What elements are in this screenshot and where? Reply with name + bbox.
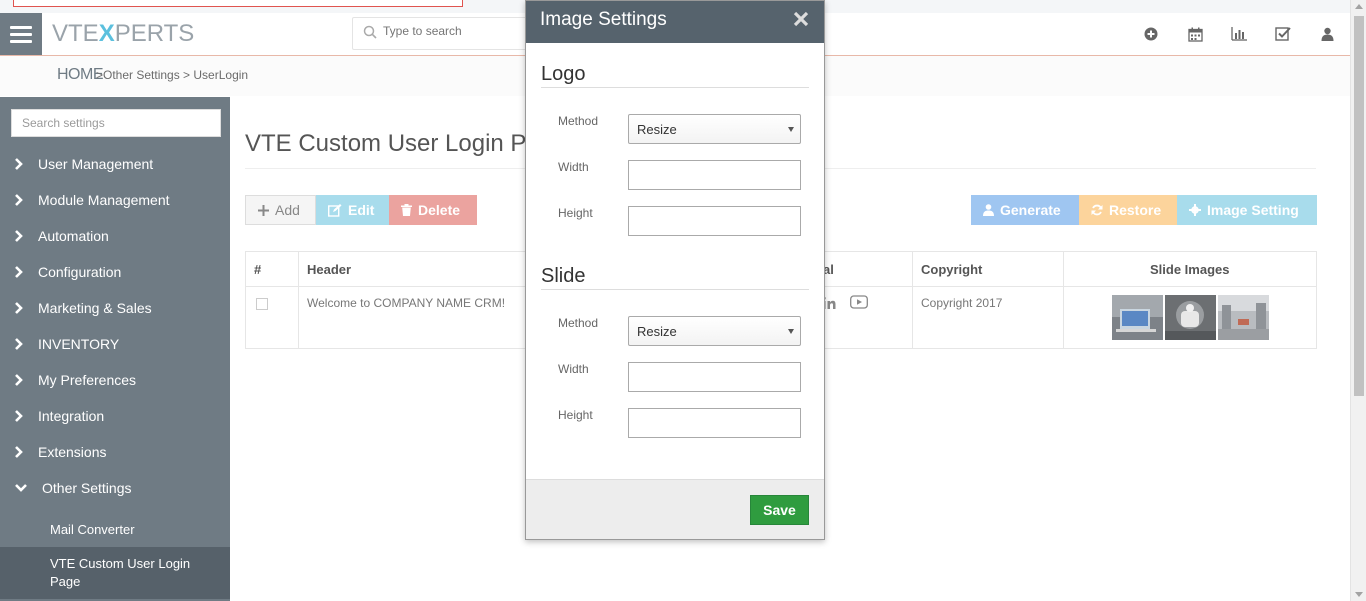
slide-image-thumbnail[interactable] [1112,295,1163,340]
close-icon[interactable] [792,10,810,28]
row-copyright: Copyright 2017 [921,296,1003,310]
slide-method-label: Method [558,316,599,330]
trash-icon [401,204,412,216]
sidebar-item-label: Marketing & Sales [38,300,152,316]
global-search[interactable] [352,17,532,50]
menu-icon[interactable] [0,13,42,55]
calendar-icon[interactable] [1186,25,1204,43]
edit-button[interactable]: Edit [316,195,389,225]
scrollbar-thumb[interactable] [1354,16,1364,396]
chevron-right-icon [0,337,38,351]
tasks-icon[interactable] [1274,25,1292,43]
sidebar-item-label: My Preferences [38,372,137,388]
user-icon[interactable] [1318,25,1336,43]
col-num: # [254,262,262,277]
page-scrollbar[interactable] [1350,0,1366,601]
youtube-icon[interactable] [850,295,868,309]
chevron-right-icon [0,265,38,279]
row-checkbox[interactable] [256,298,268,310]
slide-method-select[interactable]: Resize [628,316,801,346]
slide-width-input[interactable] [628,362,801,392]
add-button[interactable]: Add [245,195,316,225]
sidebar-item-label: Automation [38,228,109,244]
chevron-right-icon [0,445,38,459]
logo-width-label: Width [558,160,589,174]
chevron-right-icon [0,193,38,207]
chevron-down-icon [0,483,42,493]
chevron-down-icon [788,127,794,132]
sidebar-item-label: Configuration [38,264,122,280]
save-button[interactable]: Save [750,495,809,525]
logo-method-label: Method [558,114,599,128]
sidebar-item-label: Integration [38,408,105,424]
modal-title: Image Settings [540,9,667,30]
page-title: VTE Custom User Login P [245,130,527,157]
generate-button[interactable]: Generate [971,195,1079,225]
settings-search-input[interactable]: Search settings [11,109,221,137]
sidebar-item[interactable]: My Preferences [0,362,230,398]
chevron-down-icon [788,329,794,334]
chevron-right-icon [0,409,38,423]
logo-height-label: Height [558,206,593,220]
breadcrumb-trail[interactable]: >Other Settings > UserLogin [96,68,248,82]
sidebar-item[interactable]: Other Settings [0,470,230,506]
divider [541,87,809,88]
sidebar-item[interactable]: Automation [0,218,230,254]
global-search-input[interactable] [383,24,523,38]
logo-width-input[interactable] [628,160,801,190]
sidebar-item-label: User Management [38,156,154,172]
image-setting-button[interactable]: Image Setting [1177,195,1317,225]
chevron-right-icon [0,373,38,387]
chevron-right-icon [0,229,38,243]
image-settings-modal: Image Settings Logo Method Resize Width … [525,0,825,540]
brand-logo[interactable]: VTEXPERTS [52,20,194,48]
sidebar-subitem[interactable]: Mail Converter [0,520,230,538]
restore-button[interactable]: Restore [1079,195,1177,225]
sidebar-item[interactable]: Integration [0,398,230,434]
logo-section-title: Logo [541,63,586,85]
col-copyright: Copyright [921,262,983,277]
plus-icon [258,204,269,216]
slide-height-label: Height [558,408,593,422]
user-icon [983,204,994,216]
scroll-down-icon[interactable] [1355,592,1363,597]
notification-box [13,0,463,7]
sidebar-item[interactable]: Extensions [0,434,230,470]
sidebar-item[interactable]: Module Management [0,182,230,218]
reports-icon[interactable] [1230,25,1248,43]
sidebar-item[interactable]: INVENTORY [0,326,230,362]
logo-height-input[interactable] [628,206,801,236]
divider [541,289,809,290]
sidebar-item-label: Other Settings [42,480,132,496]
slide-section-title: Slide [541,265,586,287]
sidebar-item-label: Module Management [38,192,170,208]
sidebar-item-label: Extensions [38,444,107,460]
chevron-right-icon [0,157,38,171]
sidebar-item-label: INVENTORY [38,336,120,352]
slide-image-thumbnail[interactable] [1218,295,1269,340]
modal-header: Image Settings [526,1,824,43]
logo-method-select[interactable]: Resize [628,114,801,144]
gear-icon [1189,204,1201,216]
search-icon [363,25,377,39]
slide-image-thumbnail[interactable] [1165,295,1216,340]
sidebar-item[interactable]: Marketing & Sales [0,290,230,326]
sidebar-item[interactable]: Configuration [0,254,230,290]
delete-button[interactable]: Delete [389,195,477,225]
col-slide-images: Slide Images [1150,262,1230,277]
refresh-icon [1091,204,1103,216]
slide-height-input[interactable] [628,408,801,438]
scroll-up-icon[interactable] [1355,4,1363,9]
col-header: Header [307,262,352,277]
slide-width-label: Width [558,362,589,376]
edit-icon [328,203,342,217]
row-header: Welcome to COMPANY NAME CRM! [307,296,506,310]
add-icon[interactable] [1142,25,1160,43]
chevron-right-icon [0,301,38,315]
sidebar-subitem[interactable]: VTE Custom User Login Page [0,547,230,599]
sidebar-item[interactable]: User Management [0,146,230,182]
modal-footer: Save [526,479,824,539]
